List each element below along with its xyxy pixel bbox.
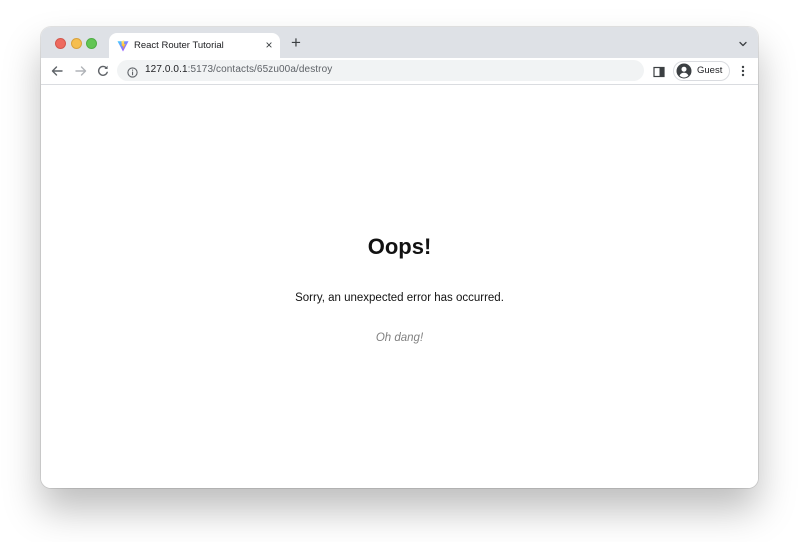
tab-strip: React Router Tutorial × + bbox=[41, 27, 758, 58]
tab-react-router-tutorial[interactable]: React Router Tutorial × bbox=[109, 33, 280, 58]
url-path: :5173/contacts/65zu00a/destroy bbox=[187, 64, 333, 75]
browser-toolbar: 127.0.0.1:5173/contacts/65zu00a/destroy … bbox=[41, 58, 758, 85]
tab-search-chevron-icon[interactable] bbox=[737, 37, 749, 49]
guest-avatar-icon bbox=[676, 63, 692, 79]
back-arrow-icon[interactable] bbox=[49, 63, 65, 79]
address-bar[interactable]: 127.0.0.1:5173/contacts/65zu00a/destroy bbox=[117, 60, 644, 81]
window-minimize-button[interactable] bbox=[71, 38, 82, 49]
url-text: 127.0.0.1:5173/contacts/65zu00a/destroy bbox=[145, 64, 332, 75]
new-tab-button[interactable]: + bbox=[288, 34, 304, 51]
more-menu-icon[interactable] bbox=[737, 64, 749, 78]
tab-close-icon[interactable]: × bbox=[262, 38, 276, 52]
profile-button[interactable]: Guest bbox=[673, 61, 730, 81]
profile-label: Guest bbox=[697, 65, 723, 76]
error-message: Sorry, an unexpected error has occurred. bbox=[295, 292, 504, 304]
site-info-icon[interactable] bbox=[127, 65, 138, 78]
url-host: 127.0.0.1 bbox=[145, 64, 188, 75]
window-maximize-button[interactable] bbox=[86, 38, 97, 49]
side-panel-icon[interactable] bbox=[653, 65, 665, 78]
tab-title: React Router Tutorial bbox=[134, 40, 224, 51]
vite-logo-icon bbox=[117, 39, 129, 52]
error-detail: Oh dang! bbox=[375, 332, 424, 344]
error-heading: Oops! bbox=[367, 234, 432, 259]
window-close-button[interactable] bbox=[55, 38, 66, 49]
forward-arrow-icon[interactable] bbox=[73, 63, 89, 79]
page-content: Oops! Sorry, an unexpected error has occ… bbox=[41, 85, 758, 488]
browser-window: React Router Tutorial × + 127.0.0.1:5173… bbox=[41, 27, 758, 488]
reload-icon[interactable] bbox=[95, 63, 111, 79]
